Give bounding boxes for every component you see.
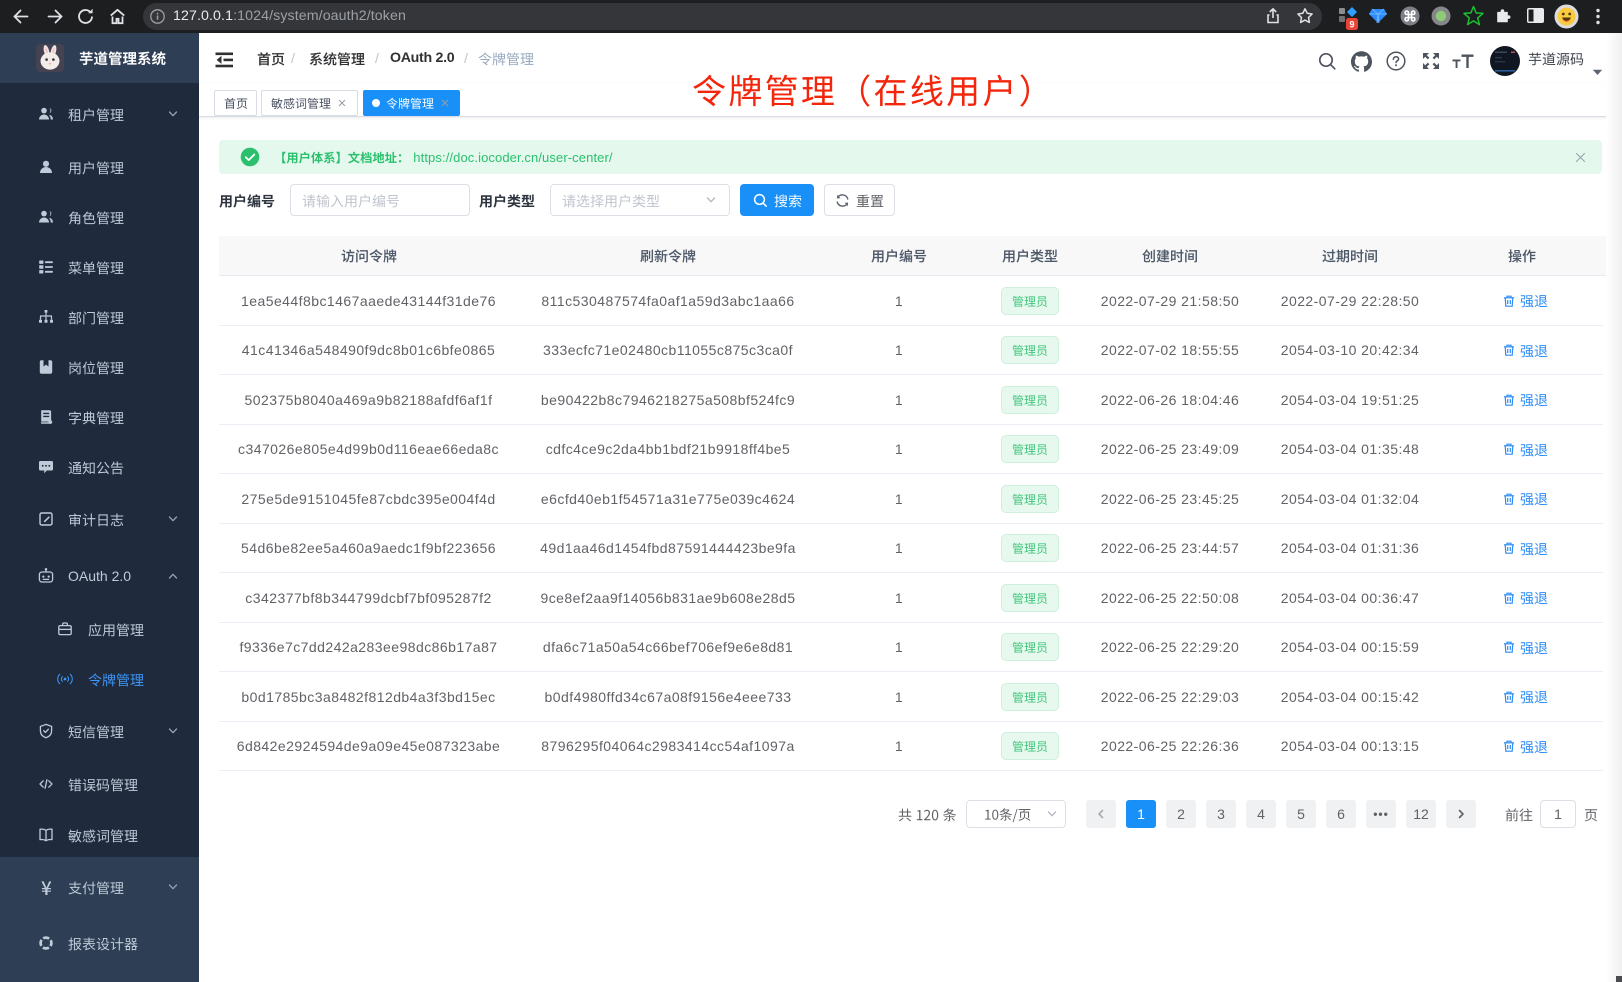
svg-text:9: 9: [1349, 20, 1354, 30]
